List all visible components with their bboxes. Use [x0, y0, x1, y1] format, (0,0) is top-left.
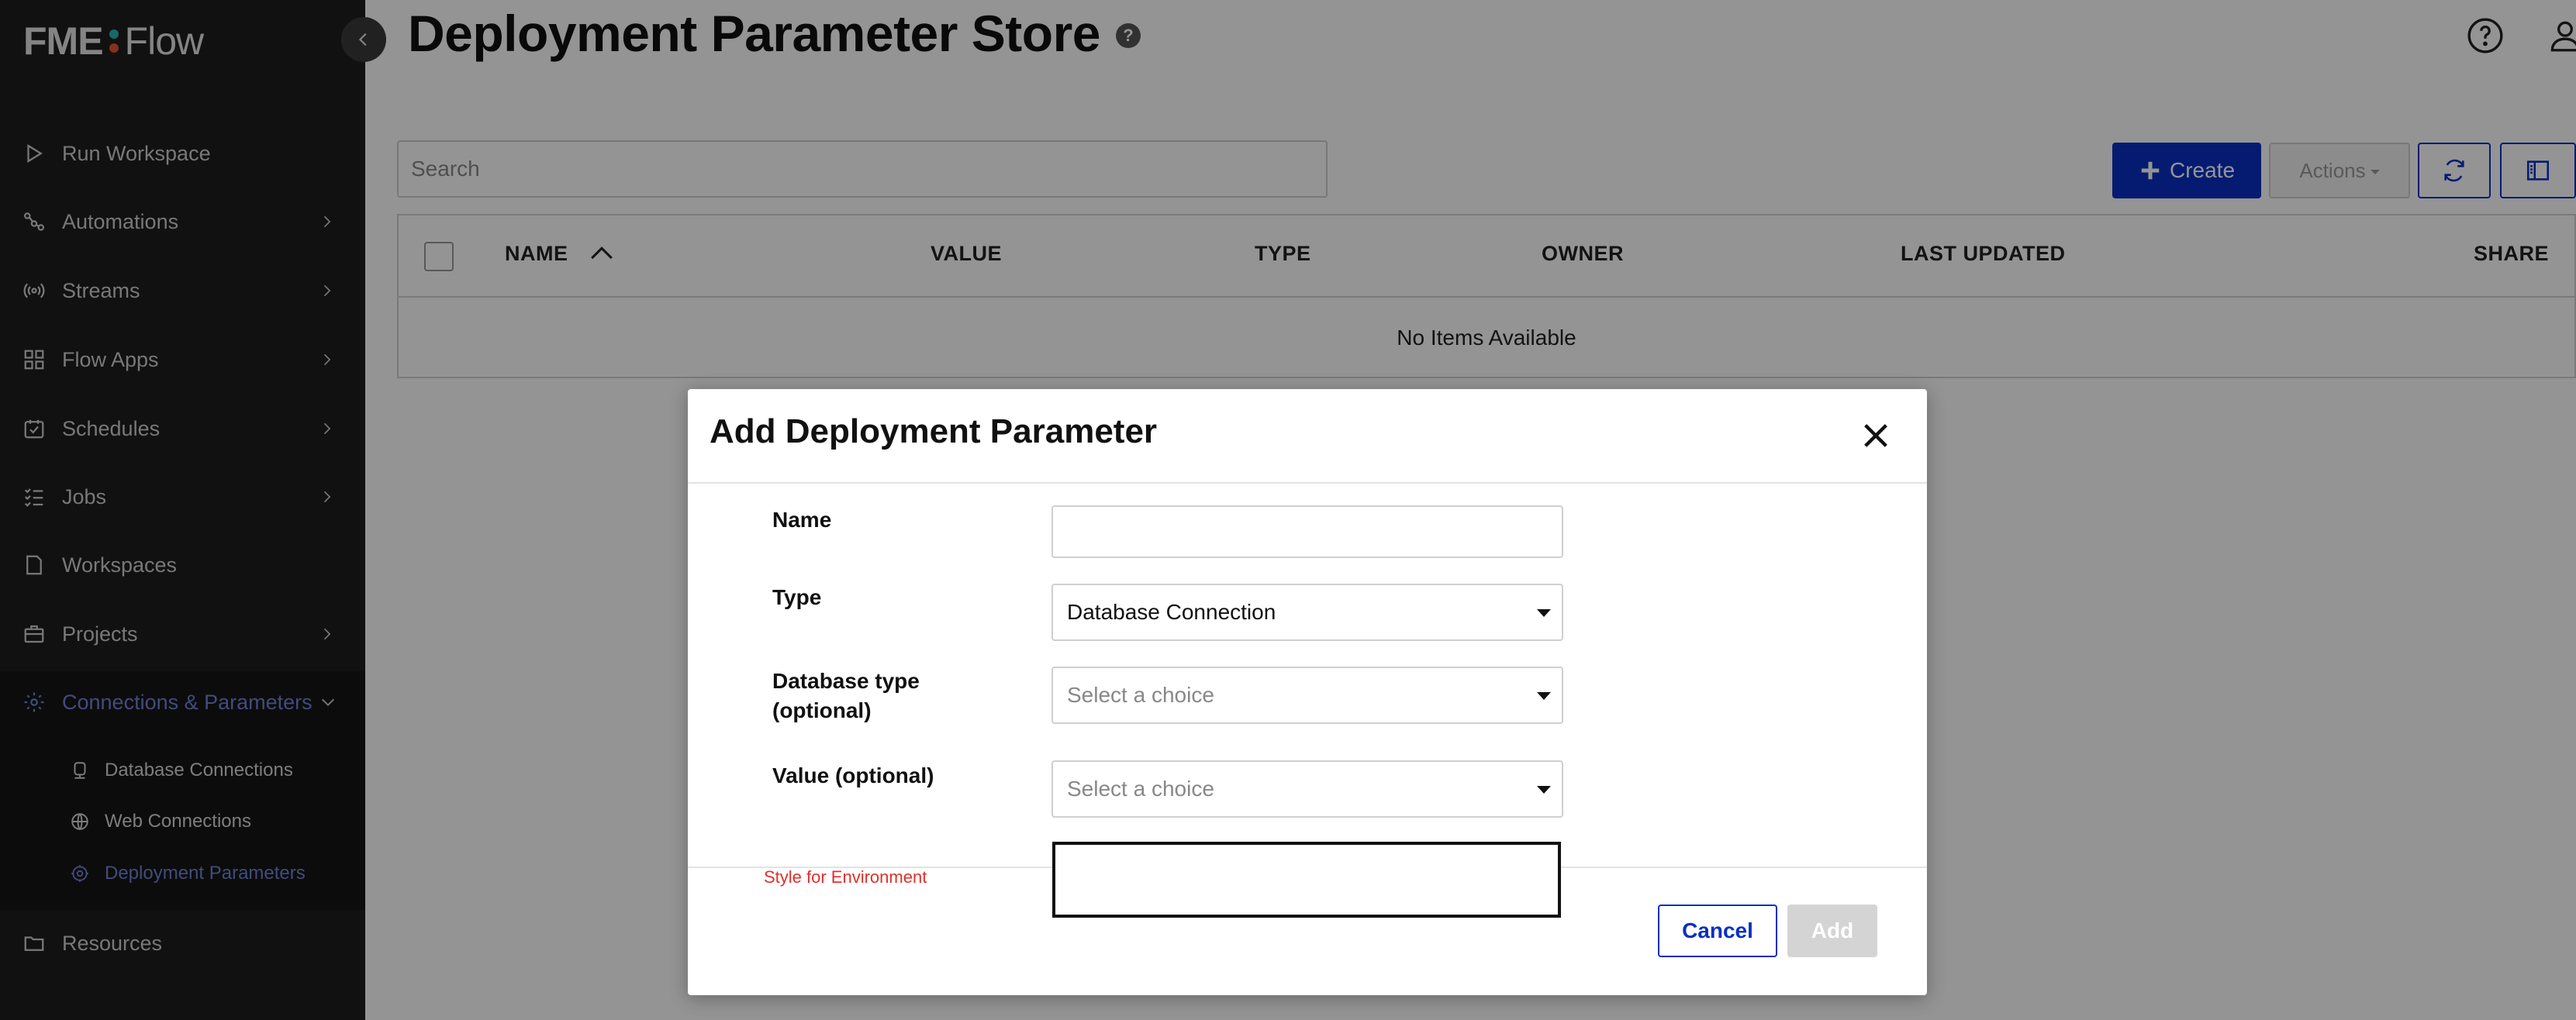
dialog-title: Add Deployment Parameter — [710, 412, 1158, 450]
style-for-environment-box[interactable] — [1052, 842, 1561, 918]
name-input[interactable] — [1051, 505, 1563, 558]
name-label: Name — [772, 508, 832, 532]
value-label: Value (optional) — [772, 763, 934, 787]
value-select[interactable]: Select a choice — [1051, 760, 1563, 818]
add-deployment-parameter-dialog: Add Deployment Parameter Name Type Datab… — [688, 389, 1927, 995]
type-label: Type — [772, 585, 822, 609]
type-select[interactable]: Database Connection — [1051, 584, 1563, 641]
value-placeholder: Select a choice — [1067, 777, 1214, 801]
caret-down-icon — [1537, 692, 1551, 700]
database-type-select[interactable]: Select a choice — [1051, 667, 1563, 724]
close-icon[interactable] — [1860, 420, 1891, 451]
cancel-button[interactable]: Cancel — [1658, 905, 1777, 957]
caret-down-icon — [1537, 609, 1551, 617]
caret-down-icon — [1537, 786, 1551, 794]
database-type-label: Database type (optional) — [772, 669, 920, 722]
database-type-placeholder: Select a choice — [1067, 683, 1214, 707]
dialog-divider — [688, 482, 1927, 484]
type-select-value: Database Connection — [1067, 600, 1276, 624]
add-button[interactable]: Add — [1787, 905, 1877, 957]
style-for-environment-label: Style for Environment — [764, 867, 927, 887]
